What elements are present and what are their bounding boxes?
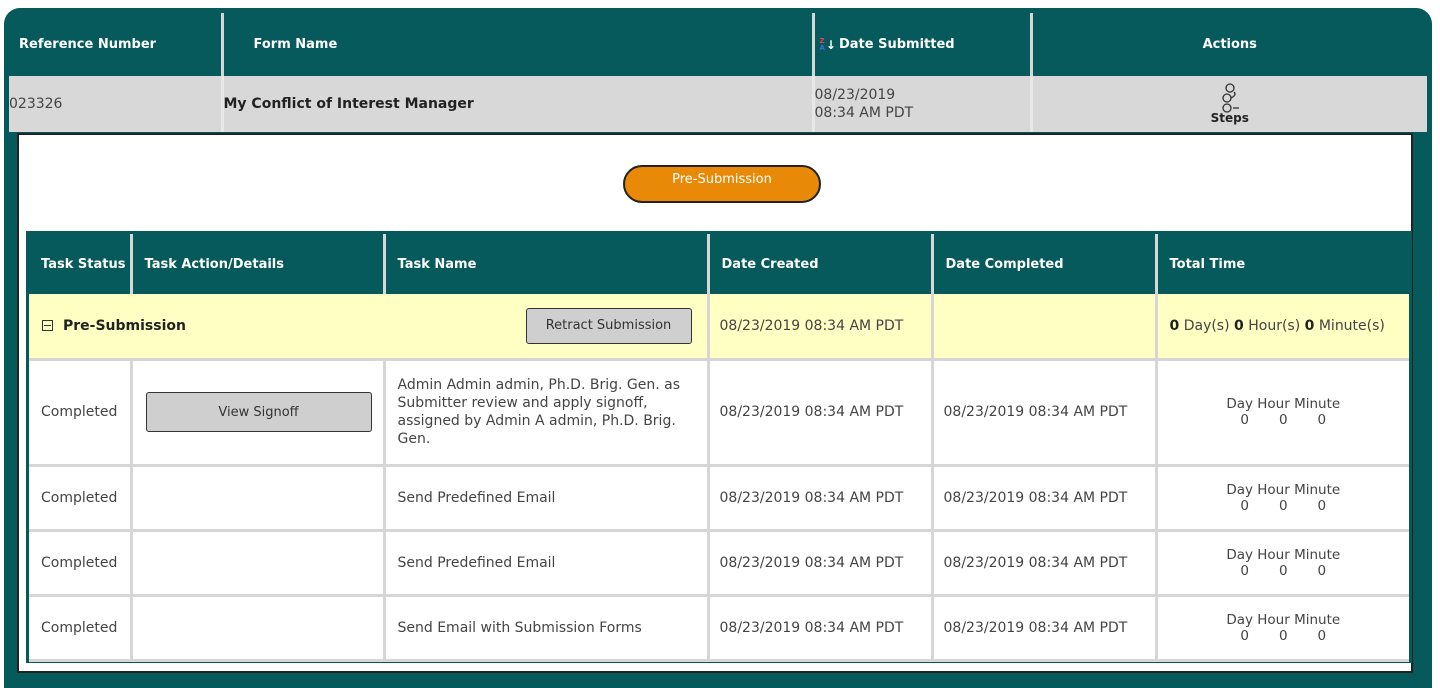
task-date-created: 08/23/2019 08:34 AM PDT (708, 359, 934, 467)
task-name: Send Email with Submission Forms (384, 595, 710, 662)
sort-arrow-icon: ↓ (825, 37, 836, 52)
time-minute: 0 (1317, 412, 1327, 428)
task-action-cell (131, 595, 386, 662)
time-header: Day Hour Minute (1226, 481, 1341, 498)
tasks-header-row: Task Status Task Action/Details Task Nam… (29, 234, 1409, 294)
steps-label: Steps (1210, 111, 1249, 125)
header-form-name: Form Name (222, 13, 815, 76)
time-hour: 0 (1278, 497, 1288, 514)
task-name: Send Predefined Email (384, 465, 710, 532)
task-action-cell (131, 530, 386, 597)
time-hour: 0 (1278, 562, 1288, 579)
task-action-cell (131, 465, 386, 532)
task-status: Completed (29, 359, 133, 467)
group-date-completed (932, 294, 1158, 361)
header-task-name: Task Name (384, 234, 710, 294)
group-days-unit: Day(s) (1183, 317, 1230, 334)
task-date-created: 08/23/2019 08:34 AM PDT (708, 530, 934, 597)
time-header: Day Hour Minute (1226, 546, 1341, 563)
stage-pre-submission-button[interactable]: Pre-Submission (623, 165, 821, 203)
header-date-completed: Date Completed (932, 234, 1158, 294)
sort-a-letter: A (819, 43, 825, 52)
table-row: Completed Send Predefined Email 08/23/20… (29, 465, 1409, 532)
task-date-completed: 08/23/2019 08:34 AM PDT (932, 595, 1158, 662)
submission-reference-number: 023326 (9, 76, 224, 132)
time-minute: 0 (1317, 627, 1327, 644)
group-minutes: 0 (1304, 317, 1315, 334)
retract-submission-button[interactable]: Retract Submission (525, 307, 692, 344)
task-name: Admin Admin admin, Ph.D. Brig. Gen. as S… (384, 359, 710, 467)
table-row: Completed View Signoff Admin Admin admin… (29, 359, 1409, 467)
group-hours-unit: Hour(s) (1248, 317, 1301, 334)
group-minutes-unit: Minute(s) (1318, 317, 1385, 334)
time-minute: 0 (1317, 497, 1327, 514)
submission-date-line2: 08:34 AM PDT (814, 105, 914, 121)
time-header: Day Hour Minute (1226, 396, 1341, 412)
header-date-created: Date Created (708, 234, 934, 294)
time-hour: 0 (1278, 627, 1288, 644)
task-name: Send Predefined Email (384, 530, 710, 597)
task-action-cell: View Signoff (131, 359, 386, 467)
task-date-completed: 08/23/2019 08:34 AM PDT (932, 530, 1158, 597)
group-hours: 0 (1234, 317, 1244, 334)
header-task-status: Task Status (29, 234, 133, 294)
header-total-time: Total Time (1156, 234, 1409, 294)
submission-date: 08/23/2019 08:34 AM PDT (813, 76, 1033, 132)
time-day: 0 (1240, 412, 1249, 428)
task-status: Completed (29, 595, 133, 662)
group-total-time: 0 Day(s) 0 Hour(s) 0 Minute(s) (1156, 294, 1409, 361)
task-date-completed: 08/23/2019 08:34 AM PDT (932, 359, 1158, 467)
header-reference-number: Reference Number (9, 13, 224, 76)
submissions-table: Reference Number Form Name Z A ↓ Date Su… (9, 13, 1427, 132)
time-minute: 0 (1317, 562, 1327, 579)
time-header: Day Hour Minute (1226, 611, 1341, 628)
submission-form-name: My Conflict of Interest Manager (222, 76, 815, 132)
time-day: 0 (1240, 497, 1249, 514)
sort-za-icon[interactable]: Z A ↓ (819, 37, 836, 52)
task-status: Completed (29, 530, 133, 597)
tasks-table-wrapper: Task Status Task Action/Details Task Nam… (26, 231, 1412, 663)
time-day: 0 (1240, 627, 1249, 644)
submissions-header-row: Reference Number Form Name Z A ↓ Date Su… (9, 13, 1427, 76)
header-date-submitted[interactable]: Z A ↓ Date Submitted (813, 13, 1033, 76)
task-status: Completed (29, 465, 133, 532)
steps-panel: Pre-Submission Task Status Task Action/D… (17, 133, 1413, 673)
steps-icon (1222, 83, 1239, 113)
table-row: Completed Send Email with Submission For… (29, 595, 1409, 662)
table-row: Completed Send Predefined Email 08/23/20… (29, 530, 1409, 597)
task-date-created: 08/23/2019 08:34 AM PDT (708, 595, 934, 662)
submission-date-line1: 08/23/2019 (814, 87, 896, 103)
header-task-action: Task Action/Details (131, 234, 386, 294)
group-date-created: 08/23/2019 08:34 AM PDT (708, 294, 934, 361)
collapse-icon[interactable] (42, 320, 53, 332)
submission-actions: Steps (1031, 76, 1427, 132)
task-date-created: 08/23/2019 08:34 AM PDT (708, 465, 934, 532)
task-date-completed: 08/23/2019 08:34 AM PDT (932, 465, 1158, 532)
task-total-time: Day Hour Minute 0 0 0 (1156, 595, 1409, 662)
task-total-time: Day Hour Minute 0 0 0 (1156, 530, 1409, 597)
view-signoff-button[interactable]: View Signoff (145, 392, 372, 432)
time-day: 0 (1240, 562, 1249, 579)
group-row-pre-submission: Pre-Submission Retract Submission 08/23/… (29, 294, 1409, 361)
task-total-time: Day Hour Minute 0 0 0 (1156, 359, 1409, 467)
header-actions: Actions (1031, 13, 1427, 76)
tasks-table: Task Status Task Action/Details Task Nam… (29, 234, 1409, 662)
header-date-submitted-label: Date Submitted (838, 37, 955, 52)
submission-row: 023326 My Conflict of Interest Manager 0… (9, 76, 1427, 132)
group-days: 0 (1169, 317, 1180, 334)
steps-button[interactable]: Steps (1211, 83, 1249, 125)
task-total-time: Day Hour Minute 0 0 0 (1156, 465, 1409, 532)
time-hour: 0 (1278, 412, 1288, 428)
group-label-cell: Pre-Submission Retract Submission (29, 294, 710, 361)
group-label: Pre-Submission (63, 317, 186, 334)
